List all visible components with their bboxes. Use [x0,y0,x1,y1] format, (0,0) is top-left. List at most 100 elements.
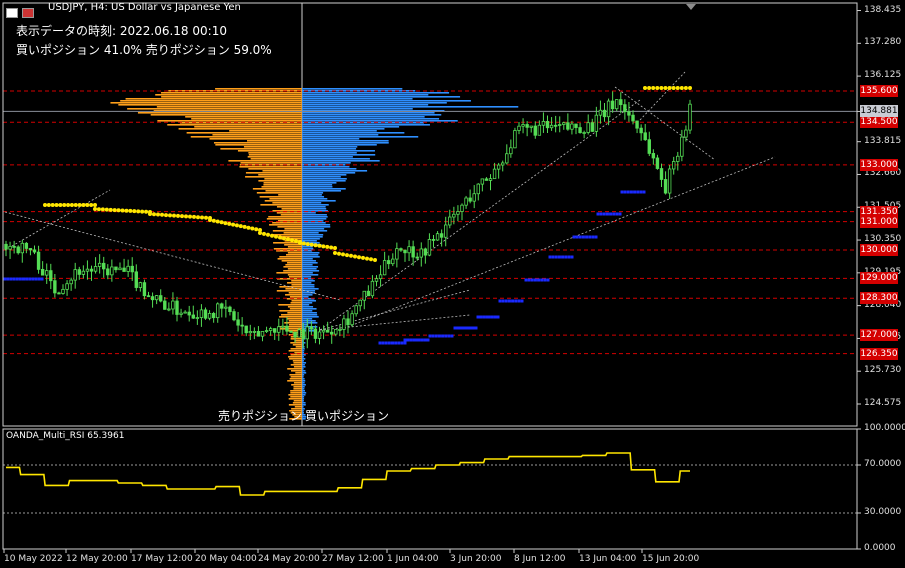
candle-body [529,125,533,128]
resistance-dot [266,232,270,237]
resistance-dot [231,222,236,227]
shift-marker-icon [686,4,696,10]
resistance-dot [93,207,97,211]
candle-body [150,296,155,301]
chart-menu-icon[interactable] [6,8,18,18]
buy-profile-bar [302,130,377,132]
buy-profile-bar [302,310,313,312]
candle-body [24,242,29,249]
buy-profile-bar [302,134,379,136]
candle-body [313,328,318,339]
support-dot [12,277,16,281]
buy-profile-bar [302,364,305,366]
candle-body [574,123,578,128]
candle-body [207,312,212,319]
candle-body [647,139,651,154]
resistance-dot [104,207,109,212]
support-dot [34,277,38,281]
candle-body [317,331,322,339]
candle-body [464,197,468,206]
candle-body [273,328,277,333]
sell-profile-bar [290,396,302,398]
candle-body [472,193,476,202]
candle-body [643,132,647,141]
buy-profile-bar [302,166,350,168]
price-level-tag: 127.000 [860,329,898,342]
buy-profile-bar [302,378,305,380]
buy-profile-bar [302,306,314,308]
support-dot [426,338,430,342]
rsi-axis-label: 70.0000 [864,459,902,469]
sell-profile-bar [178,128,302,130]
resistance-dot [337,251,341,256]
resistance-dot [290,238,294,243]
support-dot [415,338,418,342]
buy-profile-bar [302,232,319,234]
support-dot [524,278,528,282]
sell-profile-bar [287,246,302,248]
resistance-dot [365,256,369,261]
candle-body [484,178,489,181]
buy-profile-bar [302,394,306,396]
candle-body [545,120,550,129]
candle-body [423,248,428,256]
sell-profile-bar [268,216,302,218]
candle-body [537,124,542,136]
buy-profile-bar [302,296,309,298]
candle-body [452,213,456,218]
resistance-dot [85,203,90,207]
support-dot [642,190,646,194]
candle-body [220,303,224,309]
buy-profile-bar [302,406,304,408]
support-dot [493,315,497,319]
sell-profile-bar [287,368,302,370]
support-dot [22,277,25,281]
support-dot [504,299,508,303]
resistance-dot [298,241,302,245]
sell-profile-bar [288,324,302,326]
trend-line [339,156,776,331]
resistance-dot [136,209,141,214]
buy-profile-bar [302,142,389,144]
resistance-dot [667,86,672,90]
candle-body [448,216,452,226]
support-dot [384,341,388,345]
sell-profile-bar [250,158,302,160]
candle-body [439,233,444,238]
candle-body [277,326,281,333]
sell-profile-bar [264,178,302,180]
sell-profile-bar [247,156,302,158]
sell-profile-bar [229,130,302,132]
candle-body [663,179,668,194]
support-dot [501,299,505,303]
buy-profile-bar [302,294,313,296]
candle-body [224,306,228,309]
sell-profile-bar [288,404,302,406]
candle-body [77,269,81,275]
support-dot [447,334,451,338]
candle-body [488,178,493,181]
resistance-dot [250,226,255,231]
candle-body [232,311,236,321]
sell-profile-bar [288,398,302,400]
candle-body [293,331,297,338]
resistance-dot [168,213,172,218]
resistance-dot [349,253,353,258]
sell-profile-bar [287,274,302,276]
candle-body [163,300,167,310]
rsi-axis-label: 30.0000 [864,507,902,517]
sell-profile-bar [269,198,302,200]
sell-profile-bar [252,188,302,190]
support-dot [434,334,438,338]
candle-body [496,164,501,170]
price-axis-label: 133.815 [864,135,902,146]
support-dot [420,338,424,342]
support-dot [37,277,41,281]
candle-body [615,99,619,110]
candle-body [102,262,106,270]
support-dot [387,341,391,345]
sell-profile-bar [276,290,302,292]
buy-profile-bar [302,202,322,204]
resistance-dot [679,86,684,90]
sell-profile-bar [287,380,302,382]
